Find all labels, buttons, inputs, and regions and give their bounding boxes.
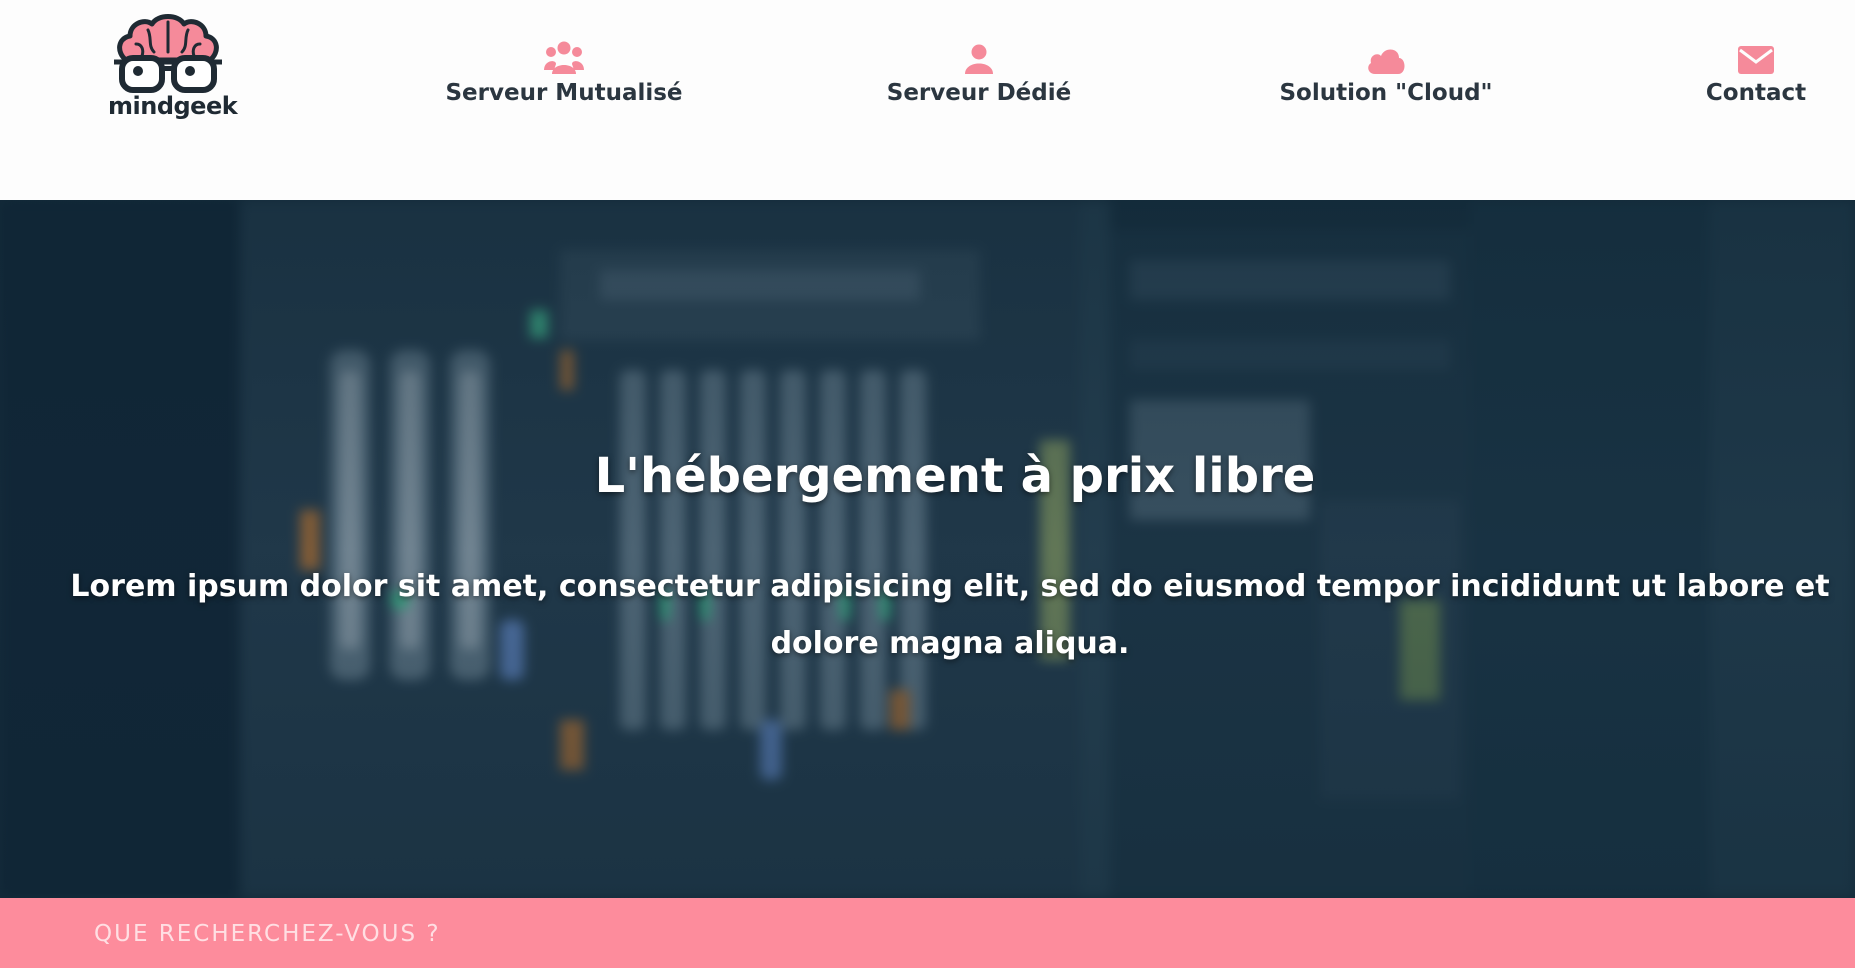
hero-title: L'hébergement à prix libre: [594, 448, 1316, 504]
envelope-icon: [1738, 34, 1774, 74]
nav-label: Contact: [1705, 80, 1807, 106]
users-icon: [544, 34, 584, 74]
user-icon: [965, 34, 993, 74]
nav-serveur-mutualise[interactable]: Serveur Mutualisé: [445, 34, 683, 114]
hero-description: Lorem ipsum dolor sit amet, consectetur …: [70, 569, 1830, 661]
brain-glasses-logo-icon: [114, 14, 222, 93]
nav-label: Solution "Cloud": [1279, 80, 1493, 106]
search-bar: [0, 898, 1855, 968]
cloud-icon: [1366, 34, 1406, 74]
nav-contact[interactable]: Contact: [1704, 34, 1808, 114]
nav-label: Serveur Mutualisé: [445, 80, 683, 106]
nav-solution-cloud[interactable]: Solution "Cloud": [1279, 34, 1493, 114]
hero-banner: L'hébergement à prix libre Lorem ipsum d…: [0, 200, 1855, 898]
hero-dark-overlay: [0, 200, 1855, 898]
mindgeek-logo[interactable]: mindgeek: [108, 8, 238, 123]
nav-label: Serveur Dédié: [886, 80, 1072, 106]
logo-wordmark: mindgeek: [108, 92, 238, 120]
site-header: mindgeek Serveur Mutualisé Serveur Dédié: [0, 0, 1855, 200]
nav-serveur-dedie[interactable]: Serveur Dédié: [887, 34, 1071, 114]
search-input[interactable]: [92, 910, 1796, 958]
